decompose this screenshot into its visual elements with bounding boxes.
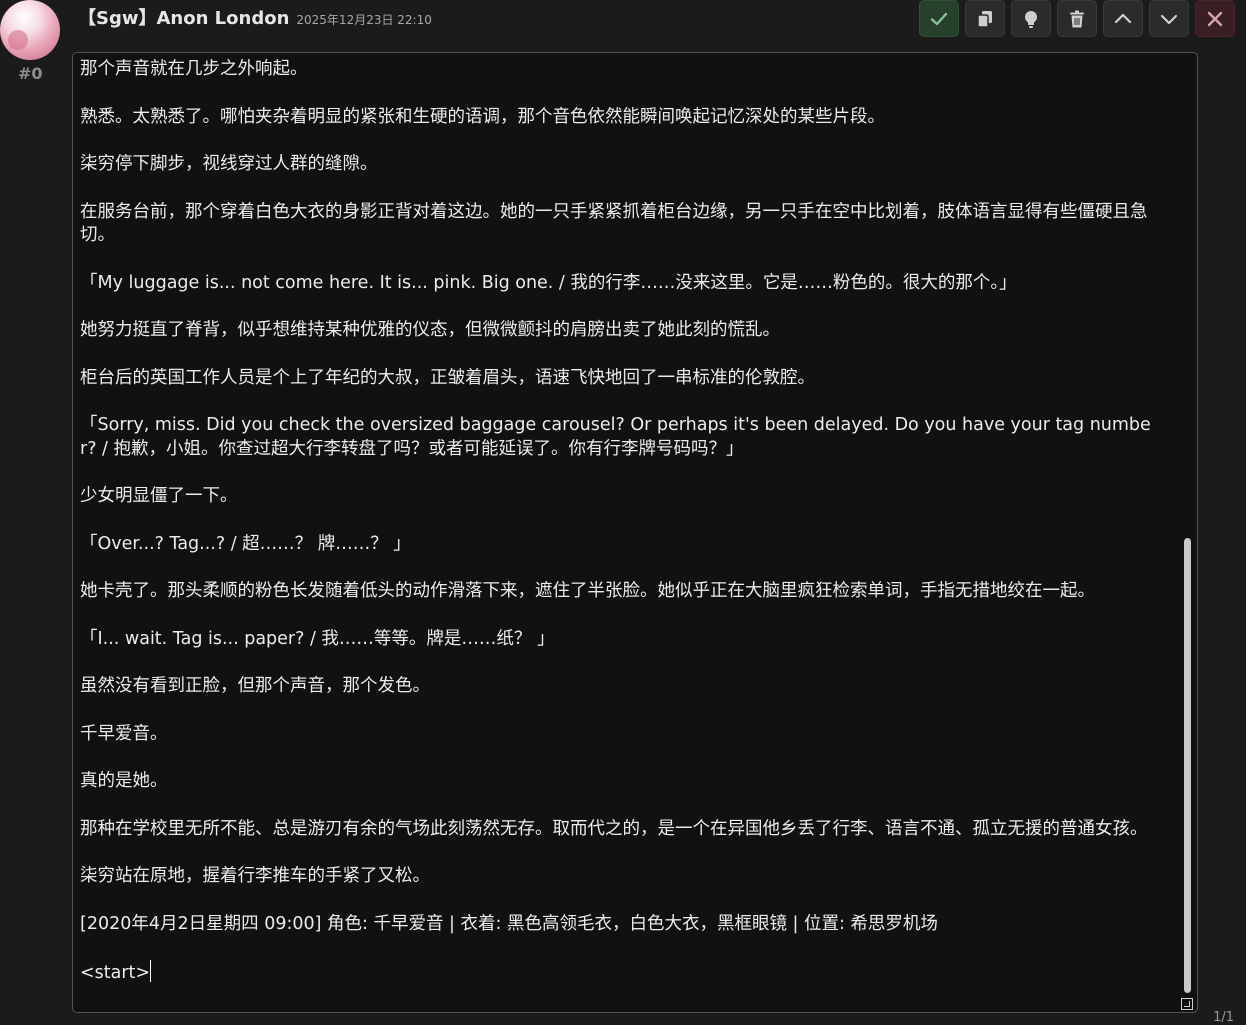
paragraph-text: 真的是她。 [80,771,168,791]
editor-paragraph: <start> [80,960,1167,986]
editor-paragraph: 她卡壳了。那头柔顺的粉色长发随着低头的动作滑落下来，遮住了半张脸。她似乎正在大脑… [80,580,1167,604]
editor-paragraph: 虽然没有看到正脸，但那个声音，那个发色。 [80,675,1167,699]
paragraph-text: 那种在学校里无所不能、总是游刃有余的气场此刻荡然无存。取而代之的，是一个在异国他… [80,818,1148,839]
editor-paragraph: 少女明显僵了一下。 [80,485,1167,509]
paragraph-text: 她努力挺直了脊背，似乎想维持某种优雅的仪态，但微微颤抖的肩膀出卖了她此刻的慌乱。 [80,320,780,340]
paragraph-text: 她卡壳了。那头柔顺的粉色长发随着低头的动作滑落下来，遮住了半张脸。她似乎正在大脑… [80,581,1095,601]
editor-paragraph: 那种在学校里无所不能、总是游刃有余的气场此刻荡然无存。取而代之的，是一个在异国他… [80,818,1167,842]
editor-paragraph: 柒穷停下脚步，视线穿过人群的缝隙。 [80,153,1167,177]
avatar[interactable] [0,0,60,60]
author-name[interactable]: 【Sgw】Anon London [78,4,289,30]
editor-paragraph: 熟悉。太熟悉了。哪怕夹杂着明显的紧张和生硬的语调，那个音色依然能瞬间唤起记忆深处… [80,106,1167,130]
editor-paragraph: 「I... wait. Tag is... paper? / 我……等等。牌是…… [80,628,1167,652]
paragraph-text: 柒穷停下脚步，视线穿过人群的缝隙。 [80,154,378,174]
lightbulb-icon [1025,10,1037,28]
confirm-edit-button[interactable] [919,0,959,37]
paragraph-text: 柒穷站在原地，握着行李推车的手紧了又松。 [80,866,430,886]
text-cursor [150,960,152,982]
chevron-up-icon [1114,13,1132,23]
message-edit-textarea[interactable]: 那个声音就在几步之外响起。熟悉。太熟悉了。哪怕夹杂着明显的紧张和生硬的语调，那个… [72,52,1198,1013]
swipe-counter: 1/1 [1213,1010,1234,1025]
paragraph-text: 柜台后的英国工作人员是个上了年纪的大叔，正皱着眉头，语速飞快地回了一串标准的伦敦… [80,367,815,388]
paragraph-text: 「Sorry, miss. Did you check the oversize… [80,415,1151,459]
close-icon [1207,11,1223,26]
cancel-edit-button[interactable] [1195,0,1235,37]
paragraph-text: 在服务台前，那个穿着白色大衣的身影正背对着这边。她的一只手紧紧抓着柜台边缘，另一… [80,201,1148,246]
edit-toolbar [919,0,1235,37]
message-timestamp: 2025年12月23日 22:10 [296,13,432,27]
paragraph-text: 千早爱音。 [80,723,168,744]
editor-paragraph: 那个声音就在几步之外响起。 [80,58,1167,82]
paragraph-text: 「My luggage is... not come here. It is..… [80,272,1017,293]
paragraph-text: 「Over...? Tag...? / 超……？ 牌……？ 」 [80,533,411,554]
resize-handle[interactable] [1181,998,1193,1010]
editor-paragraph: 在服务台前，那个穿着白色大衣的身影正背对着这边。她的一只手紧紧抓着柜台边缘，另一… [80,201,1167,248]
scrollbar-thumb[interactable] [1184,538,1191,993]
editor-paragraph: 「Sorry, miss. Did you check the oversize… [80,414,1167,461]
chevron-down-icon [1160,14,1178,24]
move-down-button[interactable] [1149,0,1189,37]
editor-paragraph: 「Over...? Tag...? / 超……？ 牌……？ 」 [80,533,1167,557]
delete-button[interactable] [1057,0,1097,37]
copy-icon [977,10,992,28]
paragraph-text: 「I... wait. Tag is... paper? / 我……等等。牌是…… [80,628,555,649]
paragraph-text: [2020年4月2日星期四 09:00] 角色: 千早爱音 | 衣着: 黑色高领… [80,913,938,934]
paragraph-text: 少女明显僵了一下。 [80,486,238,506]
paragraph-text: 熟悉。太熟悉了。哪怕夹杂着明显的紧张和生硬的语调，那个音色依然能瞬间唤起记忆深处… [80,106,885,127]
editor-paragraph: 她努力挺直了脊背，似乎想维持某种优雅的仪态，但微微颤抖的肩膀出卖了她此刻的慌乱。 [80,319,1167,343]
editor-paragraph: 「My luggage is... not come here. It is..… [80,272,1167,296]
editor-paragraph: 柜台后的英国工作人员是个上了年纪的大叔，正皱着眉头，语速飞快地回了一串标准的伦敦… [80,367,1167,391]
editor-paragraph: [2020年4月2日星期四 09:00] 角色: 千早爱音 | 衣着: 黑色高领… [80,913,1167,937]
editor-paragraph: 真的是她。 [80,770,1167,794]
editor-paragraph: 千早爱音。 [80,723,1167,747]
copy-button[interactable] [965,0,1005,37]
trash-icon [1070,10,1084,27]
message-header: 【Sgw】Anon London 2025年12月23日 22:10 [78,4,432,30]
paragraph-text: <start> [80,963,151,983]
move-up-button[interactable] [1103,0,1143,37]
paragraph-text: 那个声音就在几步之外响起。 [80,59,308,79]
check-icon [930,12,948,25]
paragraph-text: 虽然没有看到正脸，但那个声音，那个发色。 [80,676,430,696]
editor-paragraph: 柒穷站在原地，握着行李推车的手紧了又松。 [80,865,1167,889]
editor-content[interactable]: 那个声音就在几步之外响起。熟悉。太熟悉了。哪怕夹杂着明显的紧张和生硬的语调，那个… [73,53,1197,986]
message-id: #0 [18,64,43,83]
idea-button[interactable] [1011,0,1051,37]
